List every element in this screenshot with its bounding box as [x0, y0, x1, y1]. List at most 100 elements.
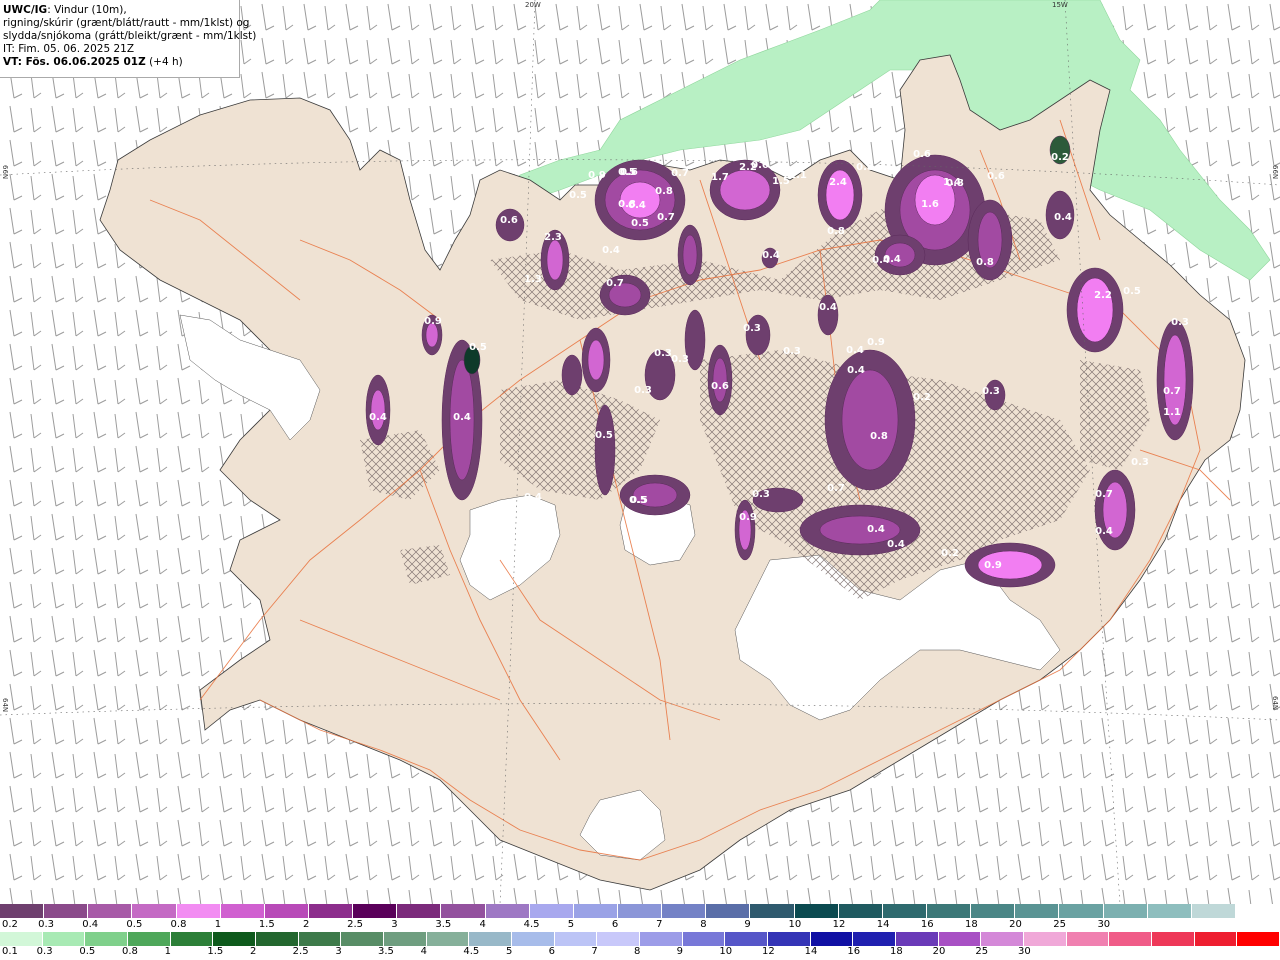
- precip-value-label: 0.3: [783, 346, 801, 357]
- colorbar-tick-label: 6: [548, 946, 556, 957]
- precip-value-label: 0.6: [913, 149, 931, 160]
- colorbar-cell: [384, 932, 427, 946]
- precip-value-label: 0.8: [856, 162, 874, 173]
- precip-value-label: 0.8: [946, 178, 964, 189]
- colorbar-cell: [353, 904, 398, 918]
- weather-map[interactable]: 0.6 0.5 0.7 0.5 2.3 0.6 1.3 0.9 0.8 0.4 1.7 2.2 0.6 0…: [0, 0, 1280, 905]
- colorbar-cell: [512, 932, 555, 946]
- valid-time: VT: Fös. 06.06.2025 01Z: [3, 56, 146, 68]
- precip-value-label: 0.3: [752, 489, 770, 500]
- colorbar-tick-label: 25: [975, 946, 989, 957]
- precip-value-label: 0.5: [595, 430, 613, 441]
- precip-value-label: 0.4: [524, 492, 542, 503]
- info-line-3: slydda/snjókoma (grátt/bleikt/grænt - mm…: [3, 30, 257, 42]
- colorbar-tick-label: 4.5: [463, 946, 480, 957]
- colorbar-cell: [0, 904, 45, 918]
- map-canvas: 0.6 0.5 0.7 0.5 2.3 0.6 1.3 0.9 0.8 0.4 1.7 2.2 0.6 0…: [0, 0, 1280, 905]
- colorbar-tick-label: 4: [479, 919, 486, 930]
- colorbar-cell: [882, 904, 927, 918]
- grid-label-left-66n: 66N: [1, 165, 9, 180]
- precip-value-label: 0.3: [982, 386, 1000, 397]
- colorbar-cell: [426, 932, 470, 946]
- colorbar-tick-label: 10: [788, 919, 802, 930]
- colorbar-cell: [682, 932, 726, 946]
- colorbar-cell: [1191, 904, 1236, 918]
- colorbar-cell: [794, 904, 839, 918]
- colorbar-cell: [170, 932, 214, 946]
- info-line-valid-time: VT: Fös. 06.06.2025 01Z (+4 h): [3, 56, 236, 69]
- precip-value-label: 0.2: [1051, 152, 1069, 163]
- colorbar-cell: [981, 932, 1025, 946]
- precip-value-label: 0.4: [453, 412, 471, 423]
- colorbar-cell: [213, 932, 257, 946]
- colorbar-tick-label: 12: [832, 919, 846, 930]
- precip-value-label: 0.9: [424, 316, 442, 327]
- precip-value-label: 0.4: [819, 302, 837, 313]
- colorbar-cell: [88, 904, 133, 918]
- precip-value-label: 1.7: [711, 172, 729, 183]
- colorbar-cell: [341, 932, 385, 946]
- lead-time: (+4 h): [145, 56, 183, 68]
- grid-label-15w: 15W: [1052, 1, 1068, 9]
- colorbar-cell: [128, 932, 171, 946]
- info-line-1-rest: : Vindur (10m),: [47, 4, 127, 16]
- colorbar-tick-label: 0.5: [126, 919, 143, 930]
- colorbar-cell: [926, 904, 972, 918]
- colorbar-cell: [85, 932, 129, 946]
- colorbar-cell: [441, 904, 486, 918]
- precip-value-label: 0.9: [588, 170, 606, 181]
- colorbar-tick-label: 3.5: [378, 946, 394, 957]
- colorbar-cell: [725, 932, 769, 946]
- colorbar-tick-label: 30: [1018, 946, 1031, 957]
- colorbar-tick-label: 16: [847, 946, 861, 957]
- precip-value-label: 2.3: [544, 232, 562, 243]
- precip-value-label: 0.3: [743, 323, 761, 334]
- colorbar-cell: [617, 904, 663, 918]
- colorbar-cell: [750, 904, 795, 918]
- colorbar-cell: [706, 904, 751, 918]
- colorbar-cell: [308, 904, 354, 918]
- precip-value-label: 0.3: [654, 348, 672, 359]
- precip-value-label: 0.9: [984, 560, 1002, 571]
- precip-value-label: 0.6: [751, 160, 769, 171]
- grid-label-left-64n: 64N: [1, 698, 9, 713]
- colorbar-tick-label: 20: [1009, 919, 1022, 930]
- info-line-2: rigning/skúrir (grænt/blátt/rautt - mm/1…: [3, 17, 250, 29]
- colorbar-tick-label: 0.3: [36, 946, 53, 957]
- colorbar-cell: [768, 932, 811, 946]
- colorbar-tick-label: 30: [1097, 919, 1111, 930]
- colorbar-cell: [298, 932, 342, 946]
- colorbar-cell: [529, 904, 574, 918]
- precip-value-label: 0.7: [1163, 386, 1181, 397]
- colorbar-cell: [132, 904, 177, 918]
- grid-label-right-66n: 66N: [1271, 165, 1279, 180]
- info-line-1: UWC/IG: Vindur (10m),: [3, 4, 236, 17]
- colorbar-cell: [662, 904, 707, 918]
- info-line-init-time: IT: Fim. 05. 06. 2025 21Z: [3, 43, 135, 55]
- colorbar-tick-label: 0.8: [122, 946, 138, 957]
- colorbar-cell: [1024, 932, 1067, 946]
- colorbar-cell: [554, 932, 598, 946]
- precip-value-label: 0.4: [846, 345, 864, 356]
- precip-value-label: 0.7: [606, 278, 624, 289]
- precip-value-label: 0.6: [500, 215, 518, 226]
- precip-value-label: 1.6: [921, 199, 939, 210]
- colorbar-tick-label: 0.4: [82, 919, 99, 930]
- precip-value-label: 0.3: [1131, 457, 1149, 468]
- precip-value-label: 0.8: [976, 257, 994, 268]
- colorbar-cell: [256, 932, 299, 946]
- colorbar-cell: [838, 904, 883, 918]
- colorbar-cell: [220, 904, 265, 918]
- colorbar-tick-label: 8: [634, 946, 641, 957]
- precip-value-label: 0.5: [1123, 286, 1141, 297]
- precip-value-label: 0.7: [671, 168, 689, 179]
- snow-colorbar: [0, 904, 1280, 918]
- rain-colorbar-labels: 0.1 0.3 0.5 0.8 1 1.5 2 2.5 3 3.5 4 4.5 5 6 7 8 9 10 12 14 1…: [0, 946, 1280, 958]
- colorbar-cell: [971, 904, 1016, 918]
- colorbar-cell: [42, 932, 86, 946]
- map-info-box: UWC/IG: Vindur (10m), rigning/skúrir (gr…: [0, 0, 257, 78]
- rain-colorbar: [0, 932, 1280, 946]
- colorbar-cell: [597, 932, 641, 946]
- precip-value-label: 1.5: [772, 176, 790, 187]
- colorbar-tick-label: 1.5: [258, 919, 275, 930]
